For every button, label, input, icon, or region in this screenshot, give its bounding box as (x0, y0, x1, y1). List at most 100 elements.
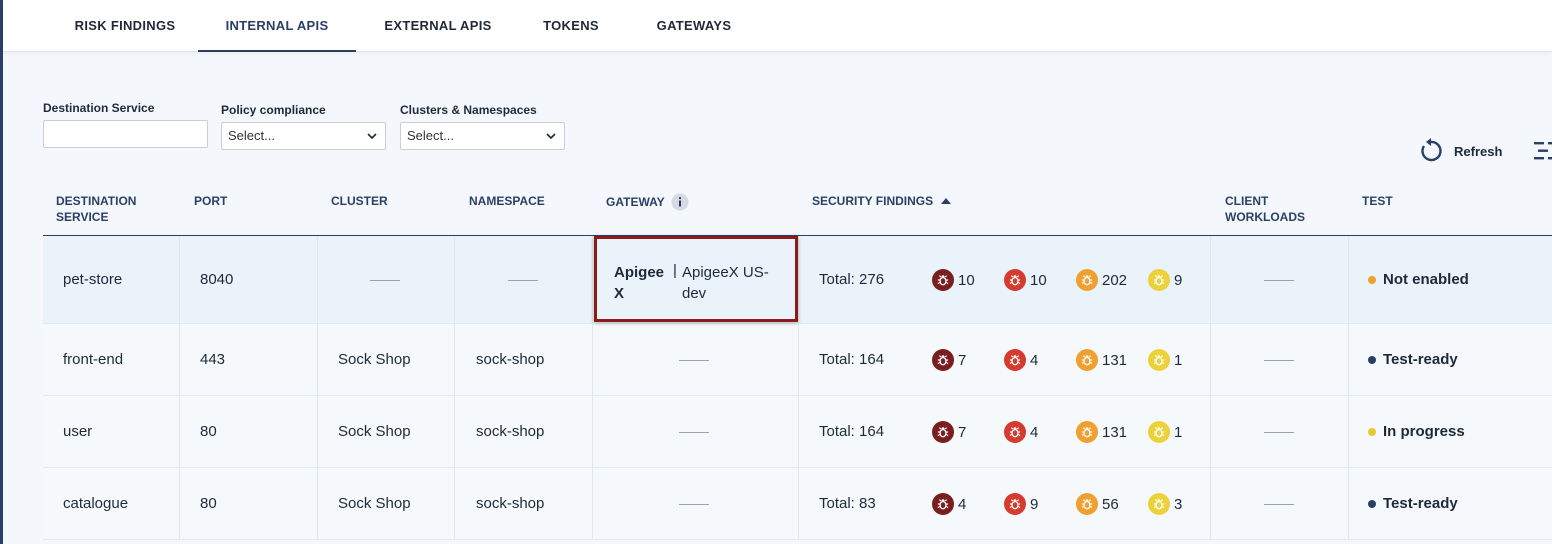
col-client-workloads[interactable]: CLIENT WORKLOADS (1225, 193, 1325, 225)
column-divider (592, 236, 593, 324)
gateway-cell-highlighted[interactable]: Apigee X | ApigeeX US-dev (594, 236, 798, 322)
test-status-label: Test-ready (1383, 495, 1458, 512)
tab-external-apis[interactable]: EXTERNAL APIS (371, 0, 505, 52)
client-workloads-empty-dash (1264, 504, 1294, 505)
col-port[interactable]: PORT (194, 193, 227, 209)
cluster-cell: Sock Shop (338, 423, 411, 440)
tab-internal-apis[interactable]: INTERNAL APIS (198, 0, 356, 52)
test-status-label: Not enabled (1383, 271, 1469, 288)
column-divider (1210, 324, 1211, 396)
findings-total-cell: Total: 276 (819, 271, 885, 288)
gateway-name: Apigee X (614, 264, 665, 302)
destination-service-cell: user (63, 423, 93, 440)
bug-high-icon (1004, 269, 1026, 291)
port-cell: 8040 (200, 271, 234, 288)
client-workloads-empty-dash (1264, 432, 1294, 433)
chevron-down-icon (367, 133, 377, 140)
column-divider (179, 236, 180, 324)
left-edge-bar (0, 0, 3, 544)
severity-count-label: 131 (1102, 351, 1128, 369)
col-security-findings[interactable]: SECURITY FINDINGS (812, 193, 952, 209)
destination-service-input[interactable] (43, 120, 208, 148)
policy-compliance-label: Policy compliance (221, 103, 326, 117)
tab-risk-findings[interactable]: RISK FINDINGS (55, 0, 195, 52)
column-divider (454, 236, 455, 324)
col-cluster[interactable]: CLUSTER (331, 193, 388, 209)
namespace-empty-dash (508, 280, 538, 281)
column-divider (179, 324, 180, 396)
clusters-namespaces-select[interactable]: Select... (400, 122, 565, 150)
severity-low-count[interactable]: 1 (1148, 349, 1182, 371)
col-destination-service[interactable]: DESTINATION SERVICE (56, 193, 166, 225)
destination-service-cell: front-end (63, 351, 124, 368)
severity-count-label: 7 (958, 423, 967, 441)
col-gateway[interactable]: GATEWAY (606, 193, 689, 211)
column-divider (1348, 468, 1349, 540)
test-status: In progress (1368, 423, 1465, 440)
port-cell: 80 (200, 423, 217, 440)
test-status: Test-ready (1368, 495, 1458, 512)
severity-low-count[interactable]: 9 (1148, 269, 1182, 291)
tab-gateways[interactable]: GATEWAYS (641, 0, 747, 52)
severity-count-label: 9 (1174, 271, 1183, 289)
bug-high-icon (1004, 421, 1026, 443)
tab-tokens[interactable]: TOKENS (531, 0, 611, 52)
col-namespace[interactable]: NAMESPACE (469, 193, 545, 209)
severity-low-count[interactable]: 3 (1148, 493, 1182, 515)
severity-critical-count[interactable]: 10 (932, 269, 975, 291)
severity-count-label: 4 (958, 495, 967, 513)
table-row[interactable]: catalogue 80 Sock Shop sock-shop Total: 83 4 9… (43, 468, 1552, 540)
namespace-cell: sock-shop (476, 423, 545, 440)
severity-count-label: 7 (958, 351, 967, 369)
severity-medium-count[interactable]: 131 (1076, 421, 1127, 443)
column-settings-icon[interactable] (1534, 140, 1552, 162)
cluster-cell: Sock Shop (338, 495, 411, 512)
column-divider (1348, 396, 1349, 468)
clusters-namespaces-label: Clusters & Namespaces (400, 103, 537, 117)
internal-apis-table: DESTINATION SERVICE PORT CLUSTER NAMESPA… (43, 182, 1552, 544)
column-divider (798, 236, 799, 324)
destination-service-label: Destination Service (43, 101, 155, 115)
bug-low-icon (1148, 269, 1170, 291)
refresh-button[interactable]: Refresh (1418, 136, 1502, 166)
gateway-empty-dash (679, 432, 709, 433)
severity-medium-count[interactable]: 202 (1076, 269, 1127, 291)
bug-critical-icon (932, 269, 954, 291)
findings-total-cell: Total: 164 (819, 423, 885, 440)
column-divider (1348, 236, 1349, 324)
tab-bar: RISK FINDINGS INTERNAL APIS EXTERNAL API… (3, 0, 1552, 52)
column-divider (179, 468, 180, 540)
severity-critical-count[interactable]: 7 (932, 349, 966, 371)
port-cell: 443 (200, 351, 226, 368)
severity-high-count[interactable]: 4 (1004, 421, 1038, 443)
severity-count-label: 4 (1030, 351, 1039, 369)
col-gateway-label: GATEWAY (606, 195, 665, 209)
info-icon[interactable] (671, 193, 689, 211)
policy-compliance-select[interactable]: Select... (221, 122, 386, 150)
col-test[interactable]: TEST (1362, 193, 1393, 209)
table-row[interactable]: user 80 Sock Shop sock-shop Total: 164 7 4 131 1… (43, 396, 1552, 468)
table-header: DESTINATION SERVICE PORT CLUSTER NAMESPA… (43, 182, 1552, 236)
status-dot (1368, 427, 1376, 436)
severity-critical-count[interactable]: 7 (932, 421, 966, 443)
bug-medium-icon (1076, 493, 1098, 515)
test-status-label: In progress (1383, 423, 1465, 440)
port-cell: 80 (200, 495, 217, 512)
severity-count-label: 202 (1102, 271, 1128, 289)
column-divider (454, 324, 455, 396)
severity-low-count[interactable]: 1 (1148, 421, 1182, 443)
severity-count-label: 9 (1030, 495, 1039, 513)
column-divider (798, 324, 799, 396)
column-divider (1210, 396, 1211, 468)
severity-high-count[interactable]: 10 (1004, 269, 1047, 291)
severity-high-count[interactable]: 9 (1004, 493, 1038, 515)
severity-medium-count[interactable]: 56 (1076, 493, 1119, 515)
column-divider (317, 468, 318, 540)
client-workloads-empty-dash (1264, 360, 1294, 361)
table-row[interactable]: front-end 443 Sock Shop sock-shop Total: 164… (43, 324, 1552, 396)
severity-medium-count[interactable]: 131 (1076, 349, 1127, 371)
severity-critical-count[interactable]: 4 (932, 493, 966, 515)
severity-high-count[interactable]: 4 (1004, 349, 1038, 371)
column-divider (1210, 468, 1211, 540)
column-divider (798, 468, 799, 540)
